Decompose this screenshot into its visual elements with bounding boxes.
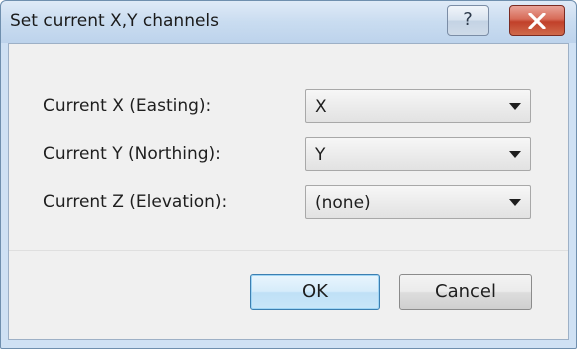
- chevron-down-icon: [509, 103, 521, 110]
- ok-button[interactable]: OK: [250, 274, 380, 310]
- close-button[interactable]: [509, 5, 565, 36]
- current-z-label: Current Z (Elevation):: [43, 192, 228, 212]
- close-icon: [528, 13, 546, 29]
- dialog-body: Current X (Easting): X Current Y (Northi…: [8, 43, 569, 340]
- current-y-value: Y: [315, 145, 326, 165]
- help-button[interactable]: ?: [447, 5, 489, 36]
- current-z-value: (none): [315, 193, 371, 213]
- current-x-label: Current X (Easting):: [43, 96, 212, 116]
- dialog-title: Set current X,Y channels: [10, 11, 220, 31]
- dialog-window: Set current X,Y channels ? Current X (Ea…: [0, 0, 577, 349]
- chevron-down-icon: [509, 151, 521, 158]
- chevron-down-icon: [509, 199, 521, 206]
- current-x-select[interactable]: X: [305, 89, 531, 123]
- current-z-select[interactable]: (none): [305, 185, 531, 219]
- current-y-label: Current Y (Northing):: [43, 144, 221, 164]
- title-bar[interactable]: Set current X,Y channels ?: [1, 1, 576, 43]
- help-icon: ?: [463, 9, 473, 30]
- fields-panel: Current X (Easting): X Current Y (Northi…: [9, 44, 568, 250]
- cancel-button[interactable]: Cancel: [399, 274, 532, 310]
- current-y-select[interactable]: Y: [305, 137, 531, 171]
- current-x-value: X: [315, 97, 327, 117]
